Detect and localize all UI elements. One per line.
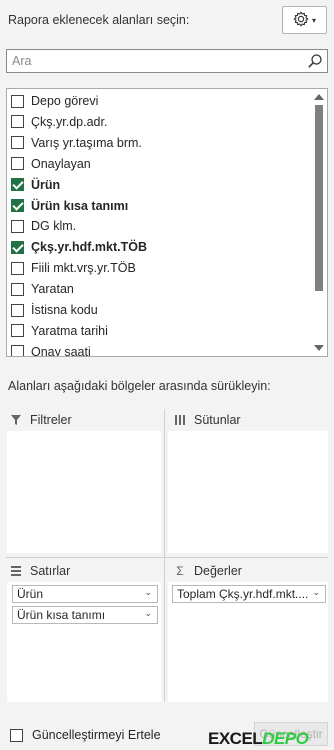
field-checkbox[interactable]	[11, 136, 24, 150]
rows-field-label: Ürün	[17, 587, 44, 601]
columns-zone-header: Sütunlar	[172, 409, 241, 431]
rows-icon	[8, 565, 24, 577]
field-checkbox[interactable]	[11, 261, 24, 275]
field-label: Yaratma tarihi	[31, 323, 108, 338]
field-list-item[interactable]: Fiili mkt.vrş.yr.TÖB	[7, 258, 307, 278]
field-label: Çkş.yr.hdf.mkt.TÖB	[31, 240, 147, 255]
rows-zone-header: Satırlar	[8, 560, 70, 582]
field-checkbox[interactable]	[11, 219, 24, 233]
values-zone-header: Σ Değerler	[172, 560, 242, 582]
rows-zone-label: Satırlar	[30, 564, 71, 578]
field-list-item[interactable]: Ürün	[7, 175, 307, 195]
rows-field-dropdown[interactable]: Ürün ⌄	[12, 585, 158, 603]
field-label: İstisna kodu	[31, 303, 98, 317]
field-label: Ürün kısa tanımı	[31, 198, 129, 213]
search-box	[6, 49, 328, 73]
field-list-scrollbar[interactable]	[312, 89, 326, 356]
search-icon[interactable]	[307, 53, 323, 72]
field-label: Varış yr.taşıma brm.	[31, 135, 142, 150]
filters-drop-area[interactable]	[7, 431, 161, 553]
gear-icon	[293, 11, 309, 30]
filters-zone-header: Filtreler	[8, 409, 72, 431]
field-list-item[interactable]: Çkş.yr.hdf.mkt.TÖB	[7, 237, 307, 257]
values-field-dropdown[interactable]: Toplam Çkş.yr.hdf.mkt.... ⌄	[172, 585, 326, 603]
columns-drop-area[interactable]	[168, 431, 328, 553]
chevron-down-icon: ▾	[311, 15, 316, 25]
field-list-item[interactable]: Yaratan	[7, 279, 307, 299]
field-checkbox[interactable]	[11, 282, 24, 296]
field-list-settings-button[interactable]: ▾	[282, 6, 327, 34]
defer-update-checkbox[interactable]	[10, 728, 23, 742]
drag-hint: Alanları aşağıdaki bölgeler arasında sür…	[8, 379, 271, 393]
field-checkbox[interactable]	[11, 324, 24, 338]
field-list-item[interactable]: Depo görevi	[7, 91, 307, 111]
field-label: Onay saati	[31, 344, 91, 357]
zone-vertical-divider	[164, 409, 165, 702]
panel-title: Rapora eklenecek alanları seçin:	[8, 13, 190, 27]
columns-zone-label: Sütunlar	[194, 413, 241, 427]
field-checkbox[interactable]	[11, 345, 24, 356]
chevron-down-icon: ⌄	[312, 587, 320, 597]
update-button[interactable]: Güncelleştir	[254, 722, 328, 746]
field-list-item[interactable]: Ürün kısa tanımı	[7, 196, 307, 216]
rows-field-label: Ürün kısa tanımı	[17, 608, 106, 622]
defer-update-option[interactable]: Güncelleştirmeyi Ertele	[10, 728, 161, 742]
scroll-thumb[interactable]	[315, 105, 323, 291]
scroll-up-icon[interactable]	[314, 94, 324, 100]
field-list-item[interactable]: Onaylayan	[7, 154, 307, 174]
zone-divider	[6, 557, 328, 558]
field-list-item[interactable]: DG klm.	[7, 216, 307, 236]
values-zone-label: Değerler	[194, 564, 242, 578]
field-list-item[interactable]: Onay saati	[7, 342, 307, 357]
field-checkbox[interactable]	[11, 178, 24, 192]
sigma-icon: Σ	[176, 564, 184, 578]
field-label: Depo görevi	[31, 94, 99, 108]
field-checkbox[interactable]	[11, 115, 24, 129]
field-label: DG klm.	[31, 219, 77, 234]
field-list-item[interactable]: Varış yr.taşıma brm.	[7, 133, 307, 153]
field-checkbox[interactable]	[11, 157, 24, 171]
field-list: Depo görevi Çkş.yr.dp.adr. Varış yr.taşıma…	[6, 88, 328, 357]
field-checkbox[interactable]	[11, 240, 24, 254]
field-list-item[interactable]: Çkş.yr.dp.adr.	[7, 112, 307, 132]
search-input[interactable]	[7, 50, 297, 72]
chevron-down-icon: ⌄	[144, 587, 152, 597]
chevron-down-icon: ⌄	[144, 608, 152, 618]
field-checkbox[interactable]	[11, 199, 24, 212]
filters-zone-label: Filtreler	[30, 413, 72, 427]
rows-field-dropdown[interactable]: Ürün kısa tanımı ⌄	[12, 606, 158, 624]
field-list-item[interactable]: İstisna kodu	[7, 300, 307, 320]
field-checkbox[interactable]	[11, 303, 24, 317]
scroll-down-icon[interactable]	[314, 345, 324, 351]
field-label: Yaratan	[31, 282, 74, 297]
field-checkbox[interactable]	[11, 94, 24, 108]
field-label: Onaylayan	[31, 156, 91, 171]
filter-icon	[8, 414, 24, 426]
columns-icon	[172, 414, 188, 426]
field-list-item[interactable]: Yaratma tarihi	[7, 321, 307, 341]
values-field-label: Toplam Çkş.yr.hdf.mkt....	[177, 587, 309, 601]
field-label: Fiili mkt.vrş.yr.TÖB	[31, 261, 136, 276]
field-label: Ürün	[31, 177, 61, 192]
defer-update-label: Güncelleştirmeyi Ertele	[32, 728, 161, 742]
field-label: Çkş.yr.dp.adr.	[31, 114, 108, 129]
